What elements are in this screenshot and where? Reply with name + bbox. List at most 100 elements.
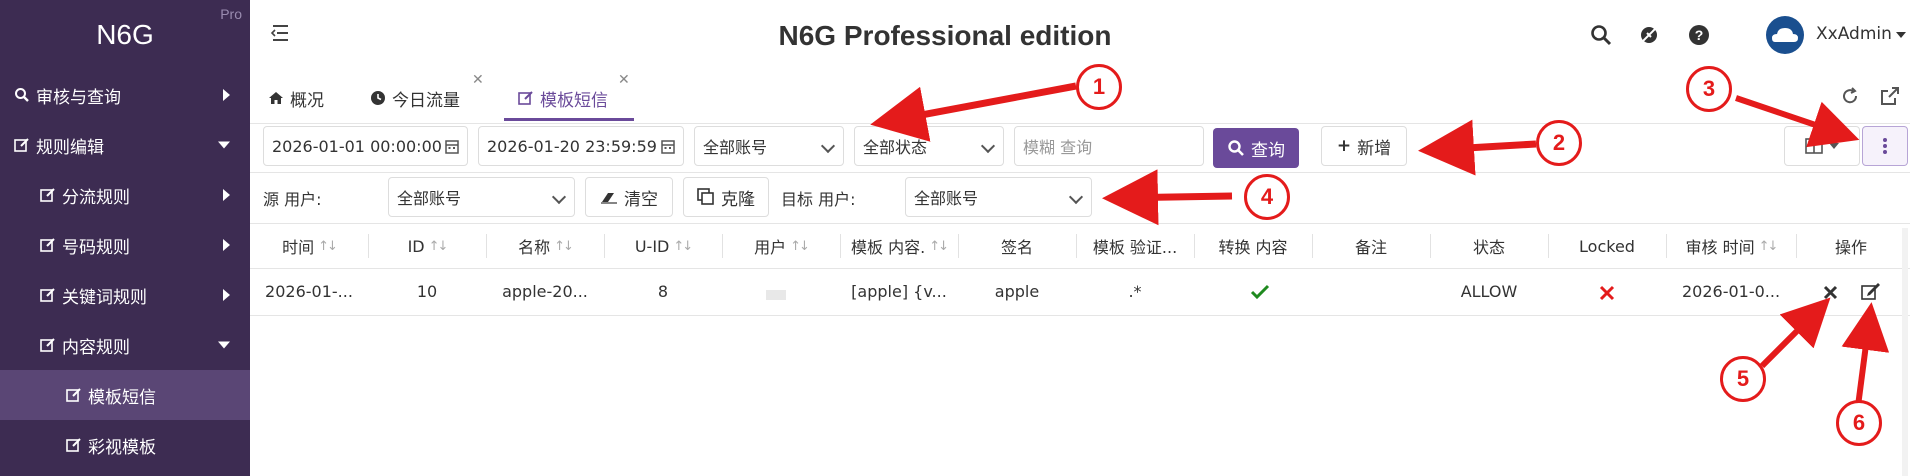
column-header-name[interactable]: 名称 ↑↓ [486,234,604,258]
column-toggle-button[interactable] [1784,126,1860,166]
delete-icon[interactable] [1823,285,1838,300]
sort-icon: ↑↓ [929,238,949,254]
sidebar-item-content-rules[interactable]: 内容规则 [0,320,250,370]
column-header-time[interactable]: 时间 ↑↓ [250,234,368,258]
avatar[interactable] [1766,16,1804,54]
annotation-arrow-2 [1418,119,1537,176]
cell-template-verify: .* [1128,282,1142,301]
clear-button[interactable]: 清空 [585,177,673,217]
annotation-badge-2: 2 [1536,120,1582,166]
column-header-uid[interactable]: U-ID ↑↓ [604,234,722,258]
search-icon [1228,140,1244,156]
svg-text:?: ? [1695,27,1704,43]
sort-icon: ↑↓ [554,238,574,254]
edit-icon [518,91,533,105]
edit-icon [66,438,81,452]
header-label: 签名 [1000,238,1033,257]
scrollbar[interactable] [1902,228,1908,476]
sort-icon: ↑↓ [790,238,810,254]
chevron-down-icon [980,138,996,154]
query-button[interactable]: 查询 [1213,128,1299,168]
source-user-select[interactable]: 全部账号 [388,177,575,217]
tabs-divider [250,123,1910,124]
theme-toggle-icon[interactable] [1638,24,1660,46]
tab-label: 模板短信 [540,90,608,111]
toolbar-divider [250,172,1910,173]
annotation-badge-6: 6 [1836,400,1882,446]
refresh-icon[interactable] [1840,86,1860,106]
target-user-label: 目标 用户: [781,190,856,209]
column-header-note: 备注 [1312,234,1430,258]
column-header-template-content[interactable]: 模板 内容. ↑↓ [840,234,958,258]
end-time-field[interactable]: 2026-01-20 23:59:59 [478,126,684,166]
sidebar-item-label: 规则编辑 [36,137,104,158]
add-button[interactable]: + 新增 [1321,126,1407,166]
column-header-id[interactable]: ID ↑↓ [368,234,486,258]
column-header-locked: Locked [1548,234,1666,258]
search-icon [15,88,29,102]
add-button-label: 新增 [1357,138,1392,159]
header-label: 模板 内容. [851,238,926,257]
tab-template-sms[interactable]: 模板短信 [518,74,608,122]
sidebar-item-number-rules[interactable]: 号码规则 [0,220,250,270]
annotation-arrow-6 [1841,302,1890,407]
search-icon[interactable] [1590,24,1612,46]
cell-template-content: [apple] {v... [851,282,947,301]
column-header-convert: 转换 内容 [1194,234,1312,258]
tab-today-traffic[interactable]: 今日流量 [370,74,460,122]
target-user-select[interactable]: 全部账号 [905,177,1092,217]
column-header-template-verify: 模板 验证... [1076,234,1194,258]
more-options-button[interactable] [1862,126,1908,166]
target-user-select-value: 全部账号 [914,189,979,208]
columns-icon [1805,138,1823,154]
query-button-label: 查询 [1251,140,1285,161]
chevron-down-icon [218,341,230,349]
account-select[interactable]: 全部账号 [694,126,844,166]
chevron-right-icon [223,189,230,201]
sidebar-item-template-sms[interactable]: 模板短信 [0,370,250,420]
sidebar-item-audit-query[interactable]: 审核与查询 [0,70,250,120]
brand-name: N6G [96,19,154,50]
chevron-right-icon [223,239,230,251]
clone-button[interactable]: 克隆 [683,177,769,217]
source-user-label: 源 用户: [263,190,322,209]
column-header-audit-time[interactable]: 审核 时间 ↑↓ [1666,234,1796,258]
cell-time: 2026-01-... [265,282,353,301]
close-icon[interactable]: ✕ [472,72,484,88]
help-icon[interactable]: ? [1688,24,1710,46]
sidebar-item-rule-edit[interactable]: 规则编辑 [0,120,250,170]
sidebar-item-keyword-rules[interactable]: 关键词规则 [0,270,250,320]
sidebar-item-video-template[interactable]: 彩视模板 [0,420,250,470]
column-header-signature: 签名 [958,234,1076,258]
edit-icon[interactable] [1861,282,1881,301]
popout-icon[interactable] [1880,86,1900,106]
chevron-down-icon [218,141,230,149]
header-label: 状态 [1472,238,1505,257]
caret-down-icon[interactable] [1896,32,1906,38]
fuzzy-search-input[interactable]: 模糊 查询 [1014,126,1204,166]
header-label: 用户 [754,238,787,257]
column-header-actions: 操作 [1796,234,1906,258]
close-icon[interactable]: ✕ [618,72,630,88]
tab-overview[interactable]: 概况 [268,74,324,122]
cell-uid: 8 [657,282,669,301]
cell-status: ALLOW [1460,282,1518,301]
tab-label: 概况 [290,90,324,111]
clear-button-label: 清空 [624,189,658,210]
annotation-badge-3: 3 [1686,66,1732,112]
eraser-icon [601,193,617,204]
chevron-right-icon [223,89,230,101]
sidebar-item-label: 模板短信 [88,387,156,408]
header-label: 模板 验证... [1092,238,1178,257]
active-tab-indicator [504,118,634,121]
cell-audit-time: 2026-01-0... [1681,282,1781,301]
sidebar-item-split-rules[interactable]: 分流规则 [0,170,250,220]
user-name[interactable]: XxAdmin [1816,24,1892,44]
cell-id: 10 [416,282,438,301]
header-label: Locked [1579,236,1635,256]
start-time-field[interactable]: 2026-01-01 00:00:00 [263,126,468,166]
status-select[interactable]: 全部状态 [854,126,1004,166]
column-header-user[interactable]: 用户 ↑↓ [722,234,840,258]
more-vertical-icon [1883,138,1887,154]
header-label: 名称 [518,238,551,257]
